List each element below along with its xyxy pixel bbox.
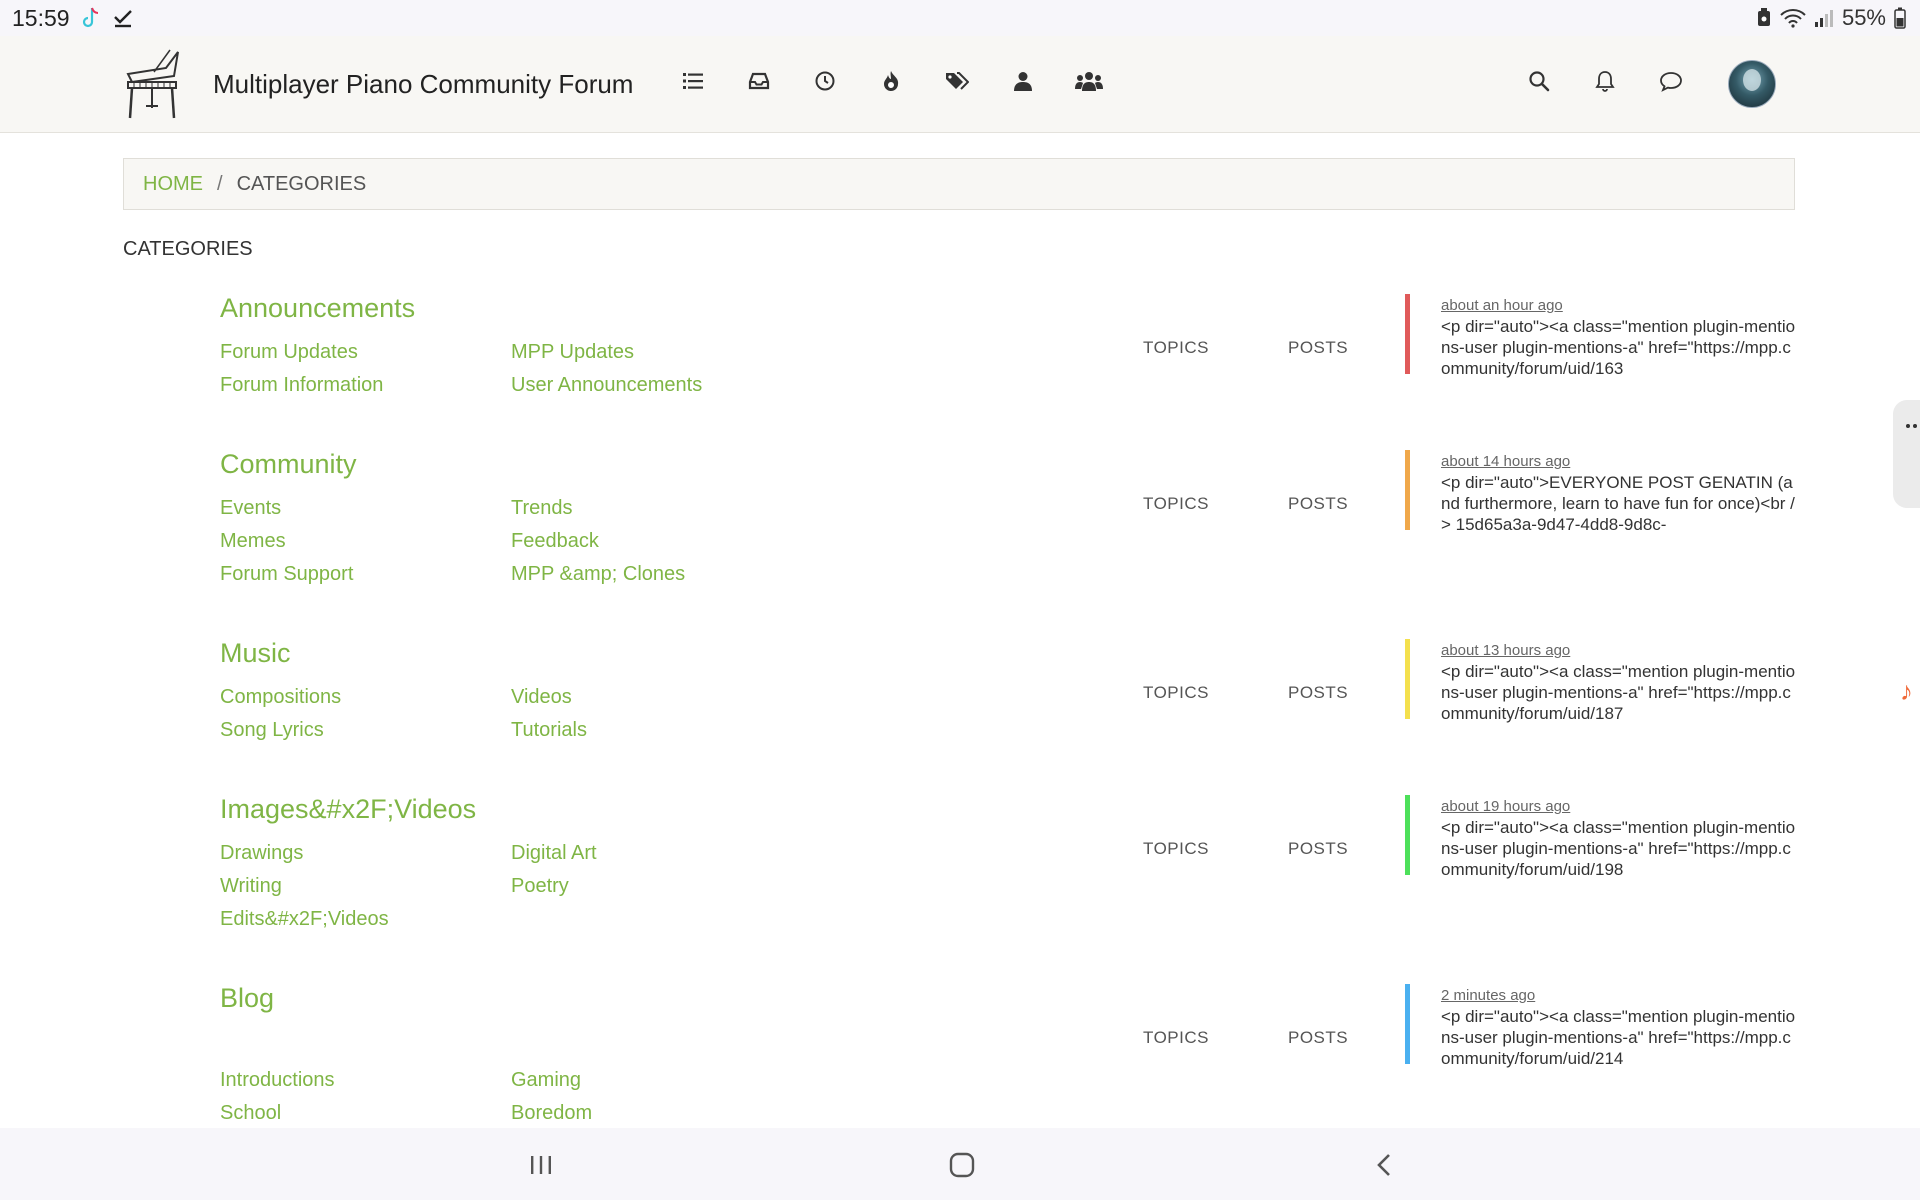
category-color-bar [1405,294,1410,374]
subcategory-link[interactable]: Feedback [511,530,599,553]
users-icon[interactable] [1008,66,1038,96]
subcategory-link[interactable]: Videos [511,686,572,709]
header-actions [1524,66,1686,96]
tiktok-icon [80,6,102,30]
subcategory-link[interactable]: Writing [220,875,282,898]
wifi-icon [1780,8,1806,28]
latest-post-teaser: 2 minutes ago <p dir="auto"><a class="me… [1441,986,1797,1069]
subcategory-link[interactable]: Song Lyrics [220,719,324,742]
category-title[interactable]: Announcements [220,293,415,324]
breadcrumb-current: CATEGORIES [236,172,367,195]
status-time: 15:59 [12,4,70,31]
teaser-timestamp[interactable]: 2 minutes ago [1441,986,1797,1006]
notifications-icon[interactable] [1590,66,1620,96]
avatar[interactable] [1728,60,1776,108]
teaser-text[interactable]: <p dir="auto">EVERYONE POST GENATIN (and… [1441,472,1797,535]
topics-label: TOPICS [1143,338,1209,357]
android-navigation-bar [0,1128,1920,1200]
groups-icon[interactable] [1074,66,1104,96]
posts-label: POSTS [1288,683,1349,702]
teaser-text[interactable]: <p dir="auto"><a class="mention plugin-m… [1441,316,1797,379]
subcategory-link[interactable]: Gaming [511,1069,581,1092]
teaser-text[interactable]: <p dir="auto"><a class="mention plugin-m… [1441,1006,1797,1069]
posts-label: POSTS [1288,338,1349,357]
subcategory-link[interactable]: Tutorials [511,719,587,742]
signal-icon [1814,8,1834,28]
topics-label: TOPICS [1143,1028,1209,1047]
subcategory-link[interactable]: Forum Information [220,374,383,397]
edge-panel-handle[interactable] [1893,400,1920,508]
music-note-icon[interactable]: ♪ [1900,676,1913,707]
subcategory-link[interactable]: MPP Updates [511,341,634,364]
subcategory-link[interactable]: User Announcements [511,374,702,397]
teaser-text[interactable]: <p dir="auto"><a class="mention plugin-m… [1441,661,1797,724]
subcategory-link[interactable]: Forum Updates [220,341,358,364]
teaser-timestamp[interactable]: about 19 hours ago [1441,797,1797,817]
page-title: CATEGORIES [123,238,253,260]
recent-icon[interactable] [810,66,840,96]
topics-label: TOPICS [1143,839,1209,858]
subcategory-link[interactable]: Introductions [220,1069,335,1092]
category-title[interactable]: Music [220,638,291,669]
teaser-timestamp[interactable]: about 14 hours ago [1441,452,1797,472]
site-header: Multiplayer Piano Community Forum [0,36,1920,133]
breadcrumb: HOME / CATEGORIES [123,158,1795,210]
subcategory-link[interactable]: Boredom [511,1102,592,1125]
category-title[interactable]: Images&#x2F;Videos [220,794,476,825]
subcategory-link[interactable]: Memes [220,530,286,553]
category-color-bar [1405,795,1410,875]
status-bar: 15:59 55% [0,0,1920,36]
subcategory-link[interactable]: Digital Art [511,842,597,865]
back-icon[interactable] [1364,1150,1404,1180]
recent-apps-icon[interactable] [521,1150,561,1180]
posts-label: POSTS [1288,1028,1349,1047]
battery-icon [1894,7,1906,29]
battery-percent: 55% [1841,5,1886,30]
posts-label: POSTS [1288,839,1349,858]
teaser-timestamp[interactable]: about 13 hours ago [1441,641,1797,661]
category-title[interactable]: Blog [220,983,274,1014]
category-title[interactable]: Community [220,449,357,480]
forum-title[interactable]: Multiplayer Piano Community Forum [213,69,633,100]
posts-label: POSTS [1288,494,1349,513]
subcategory-link[interactable]: Drawings [220,842,303,865]
chat-icon[interactable] [1656,66,1686,96]
latest-post-teaser: about 13 hours ago <p dir="auto"><a clas… [1441,641,1797,724]
piano-logo[interactable] [122,46,186,122]
edge-dot [1906,424,1910,428]
category-color-bar [1405,639,1410,719]
search-icon[interactable] [1524,66,1554,96]
latest-post-teaser: about 14 hours ago <p dir="auto">EVERYON… [1441,452,1797,535]
home-icon[interactable] [942,1150,982,1180]
subcategory-link[interactable]: Trends [511,497,573,520]
subcategory-link[interactable]: Edits&#x2F;Videos [220,908,389,931]
category-color-bar [1405,450,1410,530]
subcategory-link[interactable]: School [220,1102,281,1125]
tags-icon[interactable] [942,66,972,96]
subcategory-link[interactable]: MPP &amp; Clones [511,563,685,586]
popular-icon[interactable] [876,66,906,96]
subcategory-link[interactable]: Forum Support [220,563,353,586]
categories-icon[interactable] [678,66,708,96]
latest-post-teaser: about 19 hours ago <p dir="auto"><a clas… [1441,797,1797,880]
breadcrumb-separator: / [217,172,223,195]
latest-post-teaser: about an hour ago <p dir="auto"><a class… [1441,296,1797,379]
subcategory-link[interactable]: Compositions [220,686,341,709]
check-icon [112,7,134,29]
main-nav [678,66,1104,96]
subcategory-link[interactable]: Events [220,497,281,520]
battery-saver-icon [1756,8,1772,28]
unread-icon[interactable] [744,66,774,96]
topics-label: TOPICS [1143,683,1209,702]
edge-dot [1913,424,1917,428]
category-color-bar [1405,984,1410,1064]
teaser-timestamp[interactable]: about an hour ago [1441,296,1797,316]
breadcrumb-home[interactable]: HOME [143,173,203,196]
topics-label: TOPICS [1143,494,1209,513]
subcategory-link[interactable]: Poetry [511,875,569,898]
teaser-text[interactable]: <p dir="auto"><a class="mention plugin-m… [1441,817,1797,880]
